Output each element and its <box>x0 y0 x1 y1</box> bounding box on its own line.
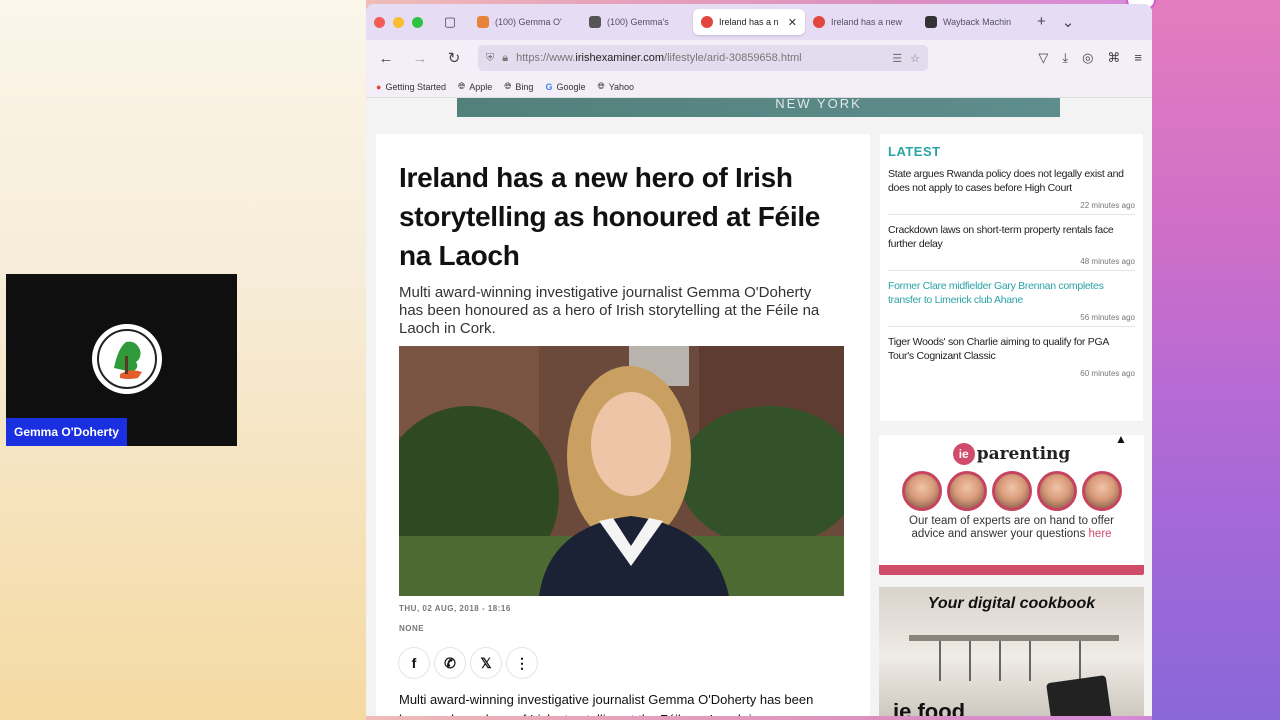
bookmark-getting-started[interactable]: ● Getting Started <box>376 82 446 92</box>
cookbook-promo[interactable]: Your digital cookbook ie food <box>879 587 1144 716</box>
mouse-cursor-icon: ▲ <box>1115 432 1127 446</box>
video-tile[interactable]: Gemma O'Doherty <box>6 274 237 446</box>
bookmark-star-icon[interactable]: ☆ <box>910 52 920 65</box>
close-window-button[interactable] <box>374 16 385 28</box>
share-buttons: f ✆ 𝕏 ⋮ <box>399 648 537 678</box>
latest-item[interactable]: Former Clare midfielder Gary Brennan com… <box>888 279 1135 327</box>
tab-5[interactable]: Wayback Machin <box>917 9 1029 35</box>
menu-icon[interactable]: ≡ <box>1134 50 1142 66</box>
latest-item[interactable]: Crackdown laws on short-term property re… <box>888 223 1135 271</box>
bookmark-google[interactable]: G Google <box>545 82 585 92</box>
ie-food-logo: ie food <box>893 699 966 716</box>
address-bar[interactable]: ⛨ 🔒︎ https://www.irishexaminer.com/lifes… <box>478 45 928 71</box>
minimize-window-button[interactable] <box>393 16 404 28</box>
latest-item[interactable]: Tiger Woods' son Charlie aiming to quali… <box>888 335 1135 382</box>
portrait-image <box>399 346 844 596</box>
article-card: Ireland has a new hero of Irish storytel… <box>376 134 870 716</box>
avatar <box>946 471 987 511</box>
background-right <box>1152 0 1280 720</box>
pocket-icon[interactable]: ▽ <box>1038 50 1048 66</box>
x-twitter-icon[interactable]: 𝕏 <box>471 648 501 678</box>
avatar <box>1081 471 1122 511</box>
expert-avatars <box>879 471 1144 511</box>
utensil-graphic <box>1079 641 1081 681</box>
more-options-icon[interactable]: ⋮ <box>507 648 537 678</box>
avatar <box>901 471 942 511</box>
bookmark-yahoo[interactable]: 🌐︎ Yahoo <box>597 81 634 92</box>
globe-icon: 🌐︎ <box>504 81 512 91</box>
shield-icon[interactable]: ⛨ <box>486 52 494 65</box>
close-tab-icon[interactable]: ✕ <box>788 16 797 29</box>
firefox-icon: ● <box>376 81 382 92</box>
participant-avatar <box>92 324 162 394</box>
utensil-graphic <box>1029 641 1031 681</box>
maximize-window-button[interactable] <box>412 16 423 28</box>
article-date: THU, 02 AUG, 2018 - 18:16 <box>399 604 511 613</box>
avatar <box>991 471 1032 511</box>
tab-3-active[interactable]: Ireland has a n ✕ <box>693 9 805 35</box>
tab-4[interactable]: Ireland has a new <box>805 9 917 35</box>
google-icon: G <box>545 81 553 92</box>
globe-icon: 🌐︎ <box>457 81 466 91</box>
advert-banner[interactable]: NEW YORK <box>457 96 1060 117</box>
window-controls <box>374 16 423 28</box>
forward-arrow-icon[interactable]: → <box>410 48 430 68</box>
account-icon[interactable]: ◎ <box>1082 50 1093 66</box>
parenting-logo: ie parenting <box>879 443 1144 465</box>
parenting-text: Our team of experts are on hand to offer… <box>909 515 1114 540</box>
article-tag: NONE <box>399 624 425 633</box>
tree-logo-icon <box>97 329 157 389</box>
tab-favicon-icon <box>813 16 825 28</box>
latest-heading: LATEST <box>888 144 941 159</box>
article-photo <box>399 346 844 596</box>
url-text[interactable]: https://www.irishexaminer.com/lifestyle/… <box>516 52 884 64</box>
extensions-icon[interactable]: ⌘ <box>1107 50 1120 66</box>
parenting-promo[interactable]: ie parenting Our team of experts are on h… <box>879 435 1144 575</box>
tablet-graphic <box>1046 675 1112 716</box>
article-body: Multi award-winning investigative journa… <box>399 692 814 716</box>
latest-news-panel: LATEST State argues Rwanda policy does n… <box>880 134 1143 421</box>
participant-name-label: Gemma O'Doherty <box>6 418 127 446</box>
globe-icon: 🌐︎ <box>597 81 605 91</box>
tab-1[interactable]: (100) Gemma O' <box>469 9 581 35</box>
utensil-graphic <box>999 641 1001 681</box>
facebook-icon[interactable]: f <box>399 648 429 678</box>
web-page: NEW YORK Ireland has a new hero of Irish… <box>366 96 1152 716</box>
tab-list-chevron-down-icon[interactable]: ⌄ <box>1062 13 1075 31</box>
reload-icon[interactable]: ↻ <box>444 48 464 68</box>
bookmark-apple[interactable]: 🌐︎ Apple <box>458 81 492 92</box>
parenting-link[interactable]: here <box>1089 528 1112 540</box>
navigation-bar: ← → ↻ ⛨ 🔒︎ https://www.irishexaminer.com… <box>366 40 1152 76</box>
tab-strip: ▢ (100) Gemma O' (100) Gemma's Ireland h… <box>366 4 1152 40</box>
lock-icon[interactable]: 🔒︎ <box>502 52 508 65</box>
tab-favicon-icon <box>925 16 937 28</box>
avatar <box>1036 471 1077 511</box>
tab-favicon-icon <box>589 16 601 28</box>
tab-favicon-icon <box>701 16 713 28</box>
reader-view-icon[interactable]: ☰ <box>892 52 902 65</box>
bookmark-bing[interactable]: 🌐︎ Bing <box>504 81 533 92</box>
latest-item[interactable]: State argues Rwanda policy does not lega… <box>888 167 1135 215</box>
browser-window: ▢ (100) Gemma O' (100) Gemma's Ireland h… <box>366 4 1152 716</box>
tab-favicon-icon <box>477 16 489 28</box>
tab-overview-icon[interactable]: ▢ <box>437 9 463 35</box>
back-arrow-icon[interactable]: ← <box>376 48 396 68</box>
utensil-graphic <box>939 641 941 681</box>
whatsapp-icon[interactable]: ✆ <box>435 648 465 678</box>
bookmarks-bar: ● Getting Started 🌐︎ Apple 🌐︎ Bing G Google … <box>366 76 1152 98</box>
new-tab-icon[interactable]: + <box>1037 13 1046 31</box>
download-icon[interactable]: ⤓ <box>1062 50 1068 66</box>
cookbook-title: Your digital cookbook <box>927 595 1096 612</box>
article-headline: Ireland has a new hero of Irish storytel… <box>399 162 821 271</box>
article-standfirst: Multi award-winning investigative journa… <box>399 284 820 337</box>
utensil-graphic <box>969 641 971 681</box>
tab-2[interactable]: (100) Gemma's <box>581 9 693 35</box>
